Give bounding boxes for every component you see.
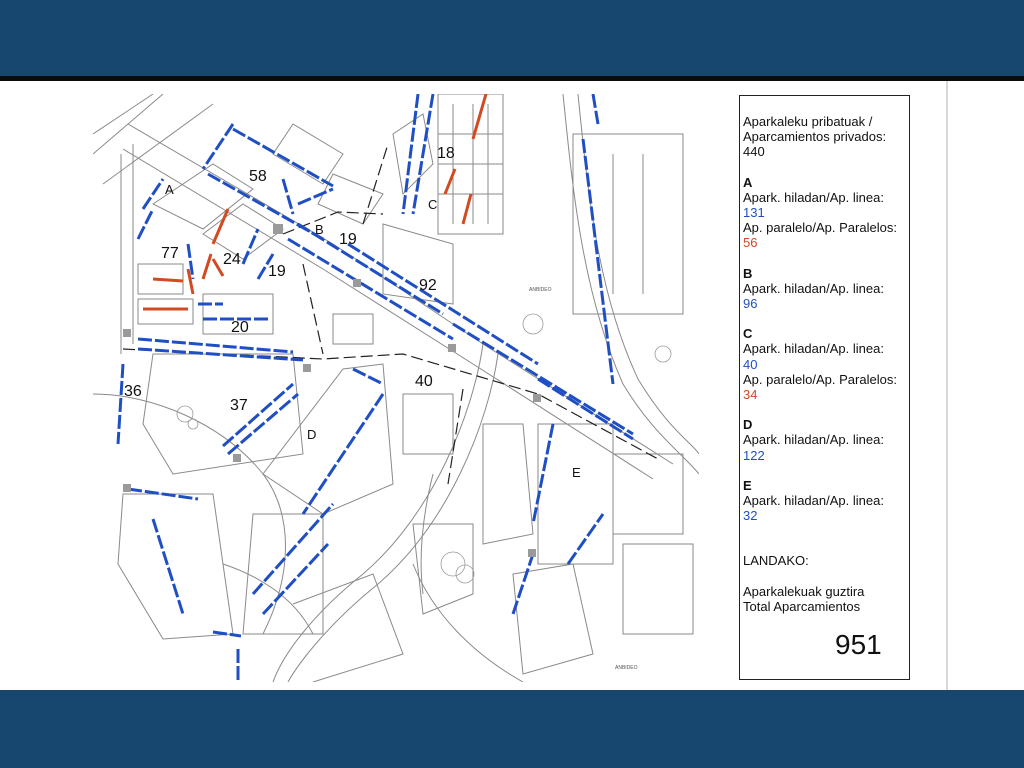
count-18: 18 xyxy=(437,145,455,162)
legend-item-label: Apark. hiladan/Ap. linea: xyxy=(743,493,884,509)
legend-total-value: 951 xyxy=(835,629,882,660)
legend-section-a: A Apark. hiladan/Ap. linea: 131 Ap. para… xyxy=(743,175,905,251)
legend-header-value: 440 xyxy=(743,144,765,160)
count-19-left: 19 xyxy=(268,263,286,280)
legend-item-value: 131 xyxy=(743,205,765,221)
count-58: 58 xyxy=(249,168,267,185)
legend-total-label-es: Total Aparcamientos xyxy=(743,598,861,614)
count-40: 40 xyxy=(415,373,433,390)
legend-item-value: 122 xyxy=(743,447,765,463)
count-24: 24 xyxy=(223,251,241,268)
legend-item-label: Ap. paralelo/Ap. Paralelos: xyxy=(743,371,897,387)
parking-map: A B C D E 58 18 77 24 19 19 92 20 36 37 … xyxy=(93,94,699,682)
zone-letter-c: C xyxy=(428,197,437,212)
zone-letter-b: B xyxy=(315,222,324,237)
legend-item-value: 32 xyxy=(743,508,758,524)
zone-letter-a: A xyxy=(165,182,174,197)
zone-letter-d: D xyxy=(307,427,316,442)
legend-header-label: Aparkaleku pribatuak / Aparcamientos pri… xyxy=(743,114,887,145)
top-title-band xyxy=(0,0,1024,76)
street-label: ANBIDEO xyxy=(529,287,552,293)
slide-edge xyxy=(946,81,948,690)
legend-section-c: C Apark. hiladan/Ap. linea: 40 Ap. paral… xyxy=(743,326,905,402)
legend-item-label: Apark. hiladan/Ap. linea: xyxy=(743,280,884,296)
count-92: 92 xyxy=(419,277,437,294)
parking-legend: Aparkaleku pribatuak / Aparcamientos pri… xyxy=(739,95,910,680)
count-37: 37 xyxy=(230,397,248,414)
legend-section-b: B Apark. hiladan/Ap. linea: 96 xyxy=(743,266,905,312)
legend-total-label-eu: Aparkalekuak guztira xyxy=(743,583,865,599)
legend-letter: A xyxy=(743,174,753,190)
legend-item-label: Ap. paralelo/Ap. Paralelos: xyxy=(743,220,897,236)
count-19-right: 19 xyxy=(339,231,357,248)
legend-header: Aparkaleku pribatuak / Aparcamientos pri… xyxy=(743,114,905,160)
legend-item-label: Apark. hiladan/Ap. linea: xyxy=(743,341,884,357)
street-label: ANBIDEO xyxy=(615,665,638,671)
legend-letter: D xyxy=(743,417,753,433)
legend-section-e: E Apark. hiladan/Ap. linea: 32 xyxy=(743,478,905,524)
bottom-band xyxy=(0,690,1024,768)
count-20: 20 xyxy=(231,319,249,336)
zone-letter-e: E xyxy=(572,465,581,480)
legend-section-d: D Apark. hiladan/Ap. linea: 122 xyxy=(743,417,905,463)
legend-landako: LANDAKO: xyxy=(743,553,809,569)
count-36: 36 xyxy=(124,383,142,400)
legend-item-value: 34 xyxy=(743,387,758,403)
legend-item-value: 96 xyxy=(743,296,758,312)
legend-item-label: Apark. hiladan/Ap. linea: xyxy=(743,432,884,448)
legend-item-value: 40 xyxy=(743,356,758,372)
count-77: 77 xyxy=(161,245,179,262)
legend-item-value: 56 xyxy=(743,235,758,251)
legend-letter: C xyxy=(743,326,753,342)
legend-letter: E xyxy=(743,477,752,493)
legend-item-label: Apark. hiladan/Ap. linea: xyxy=(743,189,884,205)
legend-letter: B xyxy=(743,265,753,281)
